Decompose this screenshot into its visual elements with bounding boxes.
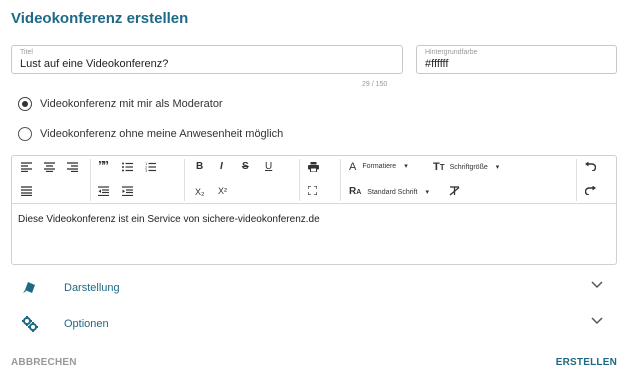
italic-button[interactable]: I bbox=[220, 161, 223, 173]
title-char-counter: 29 / 150 bbox=[362, 81, 388, 88]
section-darstellung[interactable]: Darstellung bbox=[11, 276, 617, 300]
numbered-list-icon[interactable]: 123 bbox=[145, 162, 156, 172]
background-color-input[interactable] bbox=[425, 58, 610, 70]
subscript-button[interactable]: X₂ bbox=[195, 186, 205, 198]
undo-icon[interactable] bbox=[585, 162, 596, 171]
align-justify-icon[interactable] bbox=[21, 186, 32, 196]
rich-text-editor[interactable]: ”” 123 B I S U X₂ X² A Formatiere ▾ TT S… bbox=[11, 155, 617, 265]
strikethrough-button[interactable]: S bbox=[242, 161, 249, 173]
radio-without-presence-label: Videokonferenz ohne meine Anwesenheit mö… bbox=[40, 128, 284, 140]
chevron-down-icon[interactable] bbox=[591, 317, 603, 325]
editor-content[interactable]: Diese Videokonferenz ist ein Service von… bbox=[18, 214, 320, 225]
caret-down-icon: ▾ bbox=[404, 163, 408, 170]
font-family-dropdown[interactable]: RA Standard Schrift ▾ bbox=[349, 186, 429, 199]
fullscreen-icon[interactable] bbox=[308, 186, 317, 195]
blockquote-icon[interactable]: ”” bbox=[98, 159, 109, 172]
toolbar-separator bbox=[340, 159, 341, 201]
radio-moderator-label: Videokonferenz mit mir als Moderator bbox=[40, 98, 223, 110]
radio-moderator-indicator[interactable] bbox=[18, 97, 32, 111]
font-size-dropdown-label: Schriftgröße bbox=[449, 163, 488, 171]
radio-moderator[interactable]: Videokonferenz mit mir als Moderator bbox=[18, 97, 223, 111]
align-right-icon[interactable] bbox=[67, 162, 78, 172]
title-field-label: Titel bbox=[20, 49, 33, 56]
section-optionen-label: Optionen bbox=[64, 318, 109, 330]
underline-button[interactable]: U bbox=[265, 161, 272, 173]
print-icon[interactable] bbox=[308, 162, 319, 172]
toolbar-separator bbox=[576, 159, 577, 201]
indent-decrease-icon[interactable] bbox=[98, 186, 109, 196]
superscript-button[interactable]: X² bbox=[218, 185, 227, 197]
format-dropdown[interactable]: A Formatiere ▾ bbox=[349, 161, 408, 173]
editor-toolbar: ”” 123 B I S U X₂ X² A Formatiere ▾ TT S… bbox=[12, 156, 616, 204]
radio-without-presence[interactable]: Videokonferenz ohne meine Anwesenheit mö… bbox=[18, 127, 283, 141]
background-color-label: Hintergrundfarbe bbox=[425, 49, 478, 56]
align-left-icon[interactable] bbox=[21, 162, 32, 172]
font-icon: RA bbox=[349, 186, 362, 197]
section-darstellung-label: Darstellung bbox=[64, 282, 120, 294]
toolbar-separator bbox=[90, 159, 91, 201]
dialog-title: Videokonferenz erstellen bbox=[11, 10, 189, 27]
section-optionen[interactable]: Optionen bbox=[11, 312, 617, 336]
clear-format-icon[interactable] bbox=[449, 186, 460, 196]
bullet-list-icon[interactable] bbox=[122, 162, 133, 172]
font-size-dropdown[interactable]: TT Schriftgröße ▾ bbox=[433, 161, 499, 174]
background-color-field[interactable]: Hintergrundfarbe bbox=[416, 45, 617, 74]
toolbar-separator bbox=[184, 159, 185, 201]
caret-down-icon: ▾ bbox=[425, 188, 430, 196]
gears-icon bbox=[22, 316, 42, 332]
title-input[interactable] bbox=[20, 58, 396, 70]
indent-increase-icon[interactable] bbox=[122, 186, 133, 196]
text-height-icon: TT bbox=[433, 161, 445, 173]
toolbar-separator bbox=[299, 159, 300, 201]
caret-down-icon: ▾ bbox=[495, 163, 500, 171]
font-family-dropdown-label: Standard Schrift bbox=[367, 188, 418, 196]
text-format-icon: A bbox=[349, 161, 357, 173]
bold-button[interactable]: B bbox=[196, 161, 203, 173]
svg-text:3: 3 bbox=[145, 169, 147, 172]
cancel-button[interactable]: ABBRECHEN bbox=[11, 357, 77, 368]
paint-brush-icon bbox=[22, 281, 42, 295]
create-button[interactable]: ERSTELLEN bbox=[556, 357, 617, 368]
title-field[interactable]: Titel bbox=[11, 45, 403, 74]
format-dropdown-label: Formatiere bbox=[362, 163, 397, 170]
align-center-icon[interactable] bbox=[44, 162, 55, 172]
redo-icon[interactable] bbox=[585, 186, 596, 195]
chevron-down-icon[interactable] bbox=[591, 281, 603, 289]
radio-without-presence-indicator[interactable] bbox=[18, 127, 32, 141]
